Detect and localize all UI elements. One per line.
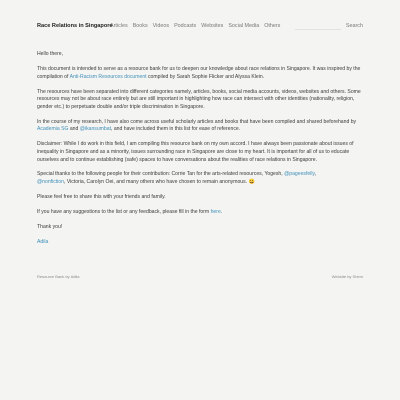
footer: Resource Bank by Adila Website by Shem bbox=[37, 273, 363, 281]
signature-link[interactable]: Adila bbox=[37, 239, 363, 247]
feedback-paragraph: If you have any suggestions to the list … bbox=[37, 209, 363, 217]
nav-podcasts[interactable]: Podcasts bbox=[174, 20, 196, 32]
share-paragraph: Please feel free to share this with your… bbox=[37, 194, 166, 201]
ikansumbat-link[interactable]: @ikansumbat bbox=[80, 126, 111, 132]
thanks-comma: , bbox=[314, 171, 317, 178]
thank-you: Thank you! bbox=[37, 224, 63, 231]
thanks-text-end: , Victoria, Carolyn Oei, and many others… bbox=[63, 179, 255, 186]
feedback-text: If you have any suggestions to the list … bbox=[37, 209, 211, 216]
intro-text-end: compiled by Sarah Sophie Flicker and Aly… bbox=[146, 73, 265, 80]
academia-sg-link[interactable]: Academia SG bbox=[37, 126, 68, 132]
feedback-form-link[interactable]: here bbox=[211, 209, 221, 215]
thanks-paragraph: Special thanks to the following people f… bbox=[37, 171, 363, 186]
nav-books[interactable]: Books bbox=[133, 20, 148, 32]
footer-credit: Resource Bank by Adila bbox=[37, 274, 80, 279]
nav-links: Articles Books Videos Podcasts Websites … bbox=[110, 20, 280, 32]
search-input[interactable]: Search bbox=[295, 20, 363, 32]
categories-paragraph: The resources have been separated into d… bbox=[37, 88, 361, 110]
nav-others[interactable]: Others bbox=[264, 20, 280, 32]
nav-videos[interactable]: Videos bbox=[153, 20, 169, 32]
anti-racism-resources-link[interactable]: Anti-Racism Resources document bbox=[70, 74, 147, 80]
research-paragraph: In the course of my research, I have als… bbox=[37, 119, 363, 134]
greeting: Hello there, bbox=[37, 51, 64, 57]
research-text-end: , and have included them in this list fo… bbox=[111, 126, 241, 133]
disclaimer-paragraph: Disclaimer: While I do work in this fiel… bbox=[37, 141, 354, 163]
feedback-period: . bbox=[220, 209, 223, 216]
pageesfelly-link[interactable]: @pageesfelly bbox=[284, 171, 315, 177]
nav-articles[interactable]: Articles bbox=[110, 20, 128, 32]
footer-website-credit: Website by Shem bbox=[331, 274, 363, 279]
research-and: and bbox=[68, 126, 80, 133]
main-content: Hello there, This document is intended t… bbox=[37, 51, 363, 254]
research-text: In the course of my research, I have als… bbox=[37, 118, 357, 125]
search-underline bbox=[295, 29, 341, 30]
nav-social-media[interactable]: Social Media bbox=[228, 20, 259, 32]
top-nav: Race Relations in Singapore Articles Boo… bbox=[37, 20, 363, 32]
search-label[interactable]: Search bbox=[346, 20, 363, 32]
site-title[interactable]: Race Relations in Singapore bbox=[37, 20, 113, 32]
nav-websites[interactable]: Websites bbox=[201, 20, 223, 32]
thanks-text: Special thanks to the following people f… bbox=[37, 171, 285, 178]
intro-paragraph: This document is intended to serve as a … bbox=[37, 66, 363, 81]
nonfiction-link[interactable]: @nonfiction bbox=[37, 179, 64, 185]
